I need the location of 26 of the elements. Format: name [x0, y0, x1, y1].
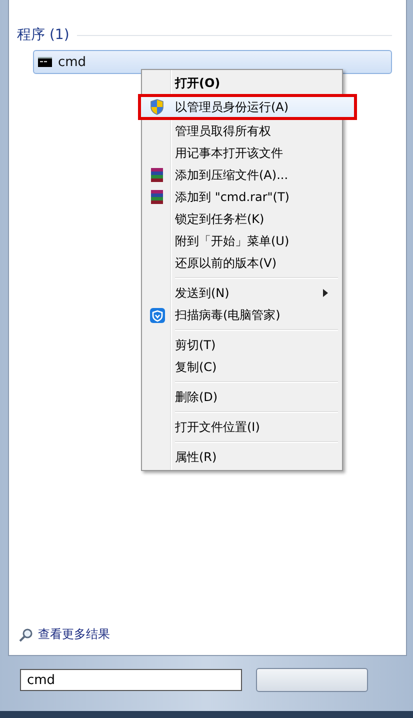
- power-button[interactable]: [256, 668, 368, 692]
- menu-item[interactable]: 用记事本打开该文件: [144, 142, 340, 164]
- books-icon: [150, 189, 164, 205]
- menu-item[interactable]: 扫描病毒(电脑管家): [144, 304, 340, 326]
- menu-item[interactable]: 发送到(N): [144, 282, 340, 304]
- menu-item[interactable]: 附到「开始」菜单(U): [144, 230, 340, 252]
- menu-item[interactable]: 管理员取得所有权: [144, 120, 340, 142]
- menu-item[interactable]: 复制(C): [144, 356, 340, 378]
- menu-item[interactable]: 删除(D): [144, 386, 340, 408]
- books-icon: [150, 167, 164, 183]
- menu-item[interactable]: 锁定到任务栏(K): [144, 208, 340, 230]
- menu-item[interactable]: 以管理员身份运行(A): [140, 96, 355, 118]
- search-field[interactable]: cmd: [20, 669, 242, 691]
- console-icon: [38, 57, 52, 67]
- menu-item[interactable]: 还原以前的版本(V): [144, 252, 340, 274]
- shield-icon: [150, 99, 164, 115]
- more-results-link[interactable]: 查看更多结果: [19, 626, 110, 643]
- section-heading: 程序 (1): [17, 26, 70, 44]
- search-icon: [19, 628, 33, 642]
- menu-item[interactable]: 打开文件位置(I): [144, 416, 340, 438]
- menu-item[interactable]: 添加到压缩文件(A)...: [144, 164, 340, 186]
- menu-item[interactable]: 打开(O): [144, 72, 340, 94]
- menu-item[interactable]: 属性(R): [144, 446, 340, 468]
- menu-item[interactable]: 添加到 "cmd.rar"(T): [144, 186, 340, 208]
- menu-item[interactable]: 剪切(T): [144, 334, 340, 356]
- shield-icon: [150, 308, 164, 322]
